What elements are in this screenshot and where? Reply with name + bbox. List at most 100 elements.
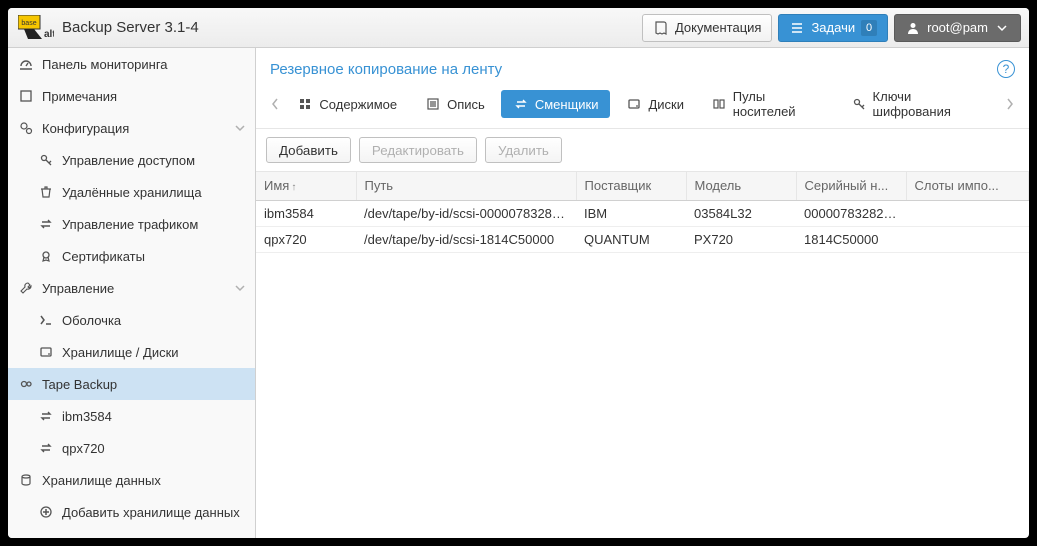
swap-icon <box>38 216 54 232</box>
table-row[interactable]: qpx720/dev/tape/by-id/scsi-1814C50000QUA… <box>256 226 1029 252</box>
db-icon <box>18 472 34 488</box>
sidebar-item[interactable]: Хранилище / Диски <box>8 336 255 368</box>
sidebar-item[interactable]: Управление <box>8 272 255 304</box>
tab-label: Ключи шифрования <box>873 89 984 119</box>
tab-label: Содержимое <box>319 97 397 112</box>
user-icon <box>905 20 921 36</box>
sidebar: Панель мониторинга Примечания Конфигурация… <box>8 48 256 538</box>
help-icon[interactable]: ? <box>997 60 1015 78</box>
chevron-down-icon <box>994 20 1010 36</box>
sidebar-item-label: Конфигурация <box>42 121 129 136</box>
tab-scroll-right[interactable] <box>1000 90 1021 118</box>
table-row[interactable]: ibm3584/dev/tape/by-id/scsi-000007832822… <box>256 200 1029 226</box>
sidebar-item[interactable]: Оболочка <box>8 304 255 336</box>
app-title: Backup Server 3.1-4 <box>62 19 199 36</box>
col-path[interactable]: Путь <box>356 172 576 200</box>
app-window: base alt Backup Server 3.1-4 Документаци… <box>8 8 1029 538</box>
cell-vendor: QUANTUM <box>576 226 686 252</box>
wrench-icon <box>18 280 34 296</box>
sidebar-item-label: Оболочка <box>62 313 121 328</box>
key-icon <box>38 152 54 168</box>
tab-label: Диски <box>648 97 684 112</box>
cell-vendor: IBM <box>576 200 686 226</box>
col-model[interactable]: Модель <box>686 172 796 200</box>
sidebar-item-label: Управление доступом <box>62 153 195 168</box>
user-menu-button[interactable]: root@pam <box>894 14 1021 42</box>
sidebar-item[interactable]: ibm3584 <box>8 400 255 432</box>
sidebar-item[interactable]: Управление доступом <box>8 144 255 176</box>
tab[interactable]: Пулы носителей <box>700 90 836 118</box>
cell-serial: 000007832822040 <box>796 200 906 226</box>
gears-icon <box>18 120 34 136</box>
cell-path: /dev/tape/by-id/scsi-000007832822040 <box>356 200 576 226</box>
sidebar-item-label: qpx720 <box>62 441 105 456</box>
trash-icon <box>38 184 54 200</box>
col-serial[interactable]: Серийный н... <box>796 172 906 200</box>
page-title: Резервное копирование на ленту <box>270 61 502 78</box>
sidebar-item-label: Примечания <box>42 89 117 104</box>
sidebar-item[interactable]: qpx720 <box>8 432 255 464</box>
cert-icon <box>38 248 54 264</box>
sort-asc-icon: ↑ <box>291 182 296 193</box>
tasks-label: Задачи <box>811 20 855 35</box>
svg-text:alt: alt <box>44 29 54 40</box>
sidebar-item-label: Удалённые хранилища <box>62 185 202 200</box>
key-icon <box>852 97 867 111</box>
col-name[interactable]: Имя↑ <box>256 172 356 200</box>
sidebar-item[interactable]: Tape Backup <box>8 368 255 400</box>
sidebar-item-label: Хранилище данных <box>42 473 161 488</box>
tab-label: Опись <box>447 97 485 112</box>
tab[interactable]: Диски <box>614 90 696 118</box>
add-button[interactable]: Добавить <box>266 137 351 163</box>
sidebar-item-label: Панель мониторинга <box>42 57 168 72</box>
docs-label: Документация <box>675 20 762 35</box>
tab-label: Сменщики <box>535 97 599 112</box>
main-panel: Резервное копирование на ленту ? Содержи… <box>256 48 1029 538</box>
sidebar-item[interactable]: Конфигурация <box>8 112 255 144</box>
tabbar: Содержимое Опись Сменщики Диски Пулы носител… <box>256 86 1029 129</box>
tab[interactable]: Сменщики <box>501 90 611 118</box>
sidebar-item[interactable]: Сертификаты <box>8 240 255 272</box>
edit-button[interactable]: Редактировать <box>359 137 477 163</box>
svg-text:base: base <box>21 20 36 27</box>
sidebar-item[interactable]: Примечания <box>8 80 255 112</box>
sidebar-item[interactable]: Хранилище данных <box>8 464 255 496</box>
cell-model: 03584L32 <box>686 200 796 226</box>
list-icon <box>789 20 805 36</box>
sidebar-item[interactable]: Панель мониторинга <box>8 48 255 80</box>
app-body: Панель мониторинга Примечания Конфигурация… <box>8 48 1029 538</box>
col-vendor[interactable]: Поставщик <box>576 172 686 200</box>
sidebar-item-label: Хранилище / Диски <box>62 345 179 360</box>
sidebar-item-label: Сертификаты <box>62 249 145 264</box>
sidebar-item[interactable]: Добавить хранилище данных <box>8 496 255 528</box>
pool-icon <box>712 97 727 111</box>
tab[interactable]: Ключи шифрования <box>840 90 996 118</box>
cell-path: /dev/tape/by-id/scsi-1814C50000 <box>356 226 576 252</box>
sidebar-item[interactable]: Управление трафиком <box>8 208 255 240</box>
toolbar: Добавить Редактировать Удалить <box>256 129 1029 172</box>
grid-icon <box>297 97 313 111</box>
tab-scroll-left[interactable] <box>264 90 285 118</box>
sidebar-item-label: Управление <box>42 281 114 296</box>
app-header: base alt Backup Server 3.1-4 Документаци… <box>8 8 1029 48</box>
tab[interactable]: Опись <box>413 90 497 118</box>
cell-name: qpx720 <box>256 226 356 252</box>
tasks-button[interactable]: Задачи 0 <box>778 14 888 42</box>
cell-serial: 1814C50000 <box>796 226 906 252</box>
col-slots[interactable]: Слоты импо... <box>906 172 1029 200</box>
remove-button[interactable]: Удалить <box>485 137 562 163</box>
column-header-row: Имя↑ Путь Поставщик Модель Серийный н...… <box>256 172 1029 200</box>
dashboard-icon <box>18 56 34 72</box>
sidebar-item-label: Управление трафиком <box>62 217 198 232</box>
sidebar-item[interactable]: Удалённые хранилища <box>8 176 255 208</box>
docs-button[interactable]: Документация <box>642 14 773 42</box>
data-grid[interactable]: Имя↑ Путь Поставщик Модель Серийный н...… <box>256 172 1029 538</box>
tab[interactable]: Содержимое <box>285 90 409 118</box>
swap-icon <box>38 440 54 456</box>
cell-model: PX720 <box>686 226 796 252</box>
tab-label: Пулы носителей <box>733 89 824 119</box>
note-icon <box>18 88 34 104</box>
chevron-down-icon <box>235 123 245 133</box>
user-label: root@pam <box>927 20 988 35</box>
sidebar-item-label: ibm3584 <box>62 409 112 424</box>
